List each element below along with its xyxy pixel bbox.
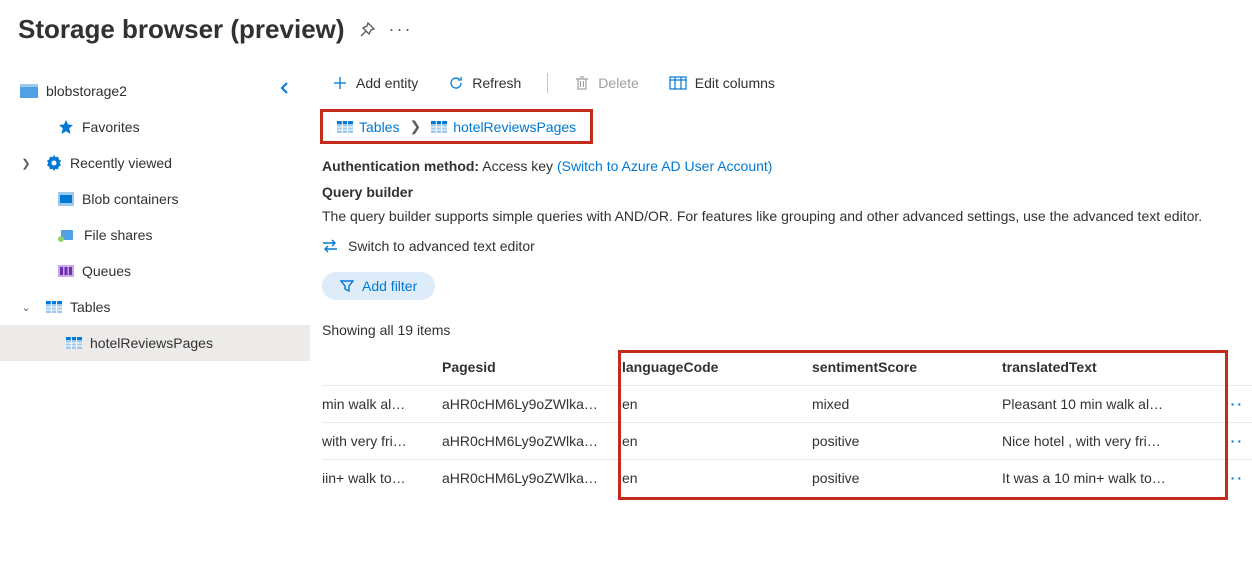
row-more-icon[interactable]: ··· [1222,423,1252,460]
table-icon [46,301,62,313]
switch-auth-link[interactable]: (Switch to Azure AD User Account) [557,158,773,174]
cell: min walk al… [322,386,442,423]
add-filter-button[interactable]: Add filter [322,272,435,300]
col-header-languagecode[interactable]: languageCode [622,349,812,386]
cell: en [622,423,812,460]
main-content: Add entity Refresh Delete Edit columns [310,53,1252,559]
cell: aHR0cHM6Ly9oZWlkaW… [442,460,622,497]
delete-button: Delete [564,71,648,95]
sidebar: blobstorage2 ▸ Favorites ❯ Recently view… [0,53,310,559]
trash-icon [574,75,590,91]
plus-icon [332,75,348,91]
table-row[interactable]: min walk al… aHR0cHM6Ly9oZWlkaW… en mixe… [322,386,1252,423]
sidebar-item-storage-account[interactable]: blobstorage2 [0,73,310,109]
sidebar-item-label: blobstorage2 [46,83,127,99]
col-header-translatedtext[interactable]: translatedText [1002,349,1222,386]
table-icon [431,121,447,133]
sidebar-item-label: Favorites [82,119,140,135]
sidebar-item-file-shares[interactable]: ▸ File shares [0,217,310,253]
cell: positive [812,460,1002,497]
sidebar-item-label: hotelReviewsPages [90,335,213,351]
page-header: Storage browser (preview) ··· [0,0,1252,53]
sidebar-item-recently-viewed[interactable]: ❯ Recently viewed [0,145,310,181]
breadcrumb-label: hotelReviewsPages [453,119,576,135]
sidebar-item-favorites[interactable]: ▸ Favorites [0,109,310,145]
cell: positive [812,423,1002,460]
results-table: Pagesid languageCode sentimentScore tran… [322,348,1252,496]
chevron-right-icon: ❯ [409,118,421,135]
table-row[interactable]: with very fri… aHR0cHM6Ly9oZWlkaW… en po… [322,423,1252,460]
sidebar-item-blob-containers[interactable]: ▸ Blob containers [0,181,310,217]
cell: Nice hotel , with very fri… [1002,423,1222,460]
button-label: Refresh [472,75,521,91]
breadcrumb: Tables ❯ hotelReviewsPages [320,109,593,144]
button-label: Add entity [356,75,418,91]
more-icon[interactable]: ··· [389,19,413,40]
breadcrumb-current[interactable]: hotelReviewsPages [431,119,576,135]
auth-label: Authentication method: [322,158,479,174]
table-row[interactable]: iin+ walk to… aHR0cHM6Ly9oZWlkaW… en pos… [322,460,1252,497]
chevron-right-icon: ❯ [20,157,32,170]
cell: en [622,460,812,497]
star-icon [58,119,74,135]
table-icon [337,121,353,133]
button-label: Add filter [362,278,417,294]
sidebar-item-label: Tables [70,299,110,315]
cell: mixed [812,386,1002,423]
sidebar-item-label: Blob containers [82,191,179,207]
breadcrumb-label: Tables [359,119,399,135]
sidebar-item-label: Queues [82,263,131,279]
button-label: Delete [598,75,638,91]
table-header-row: Pagesid languageCode sentimentScore tran… [322,349,1252,386]
file-shares-icon [58,228,76,242]
queues-icon [58,265,74,277]
chevron-down-icon: ⌄ [20,301,32,314]
toolbar: Add entity Refresh Delete Edit columns [310,71,1252,109]
button-label: Edit columns [695,75,775,91]
row-more-icon[interactable]: ··· [1222,460,1252,497]
storage-account-icon [20,84,38,98]
cell: with very fri… [322,423,442,460]
cell: iin+ walk to… [322,460,442,497]
swap-icon [322,239,338,253]
sidebar-item-table-hotelreviewspages[interactable]: hotelReviewsPages [0,325,310,361]
pin-icon[interactable] [359,22,375,38]
col-header-blank[interactable] [322,349,442,386]
add-entity-button[interactable]: Add entity [322,71,428,95]
cell: en [622,386,812,423]
cell: It was a 10 min+ walk to… [1002,460,1222,497]
row-more-icon[interactable]: ··· [1222,386,1252,423]
auth-value: Access key [482,158,553,174]
query-builder-description: The query builder supports simple querie… [310,208,1252,238]
sidebar-item-label: Recently viewed [70,155,172,171]
toolbar-separator [547,73,548,93]
switch-label: Switch to advanced text editor [348,238,535,254]
sidebar-item-label: File shares [84,227,152,243]
col-header-sentimentscore[interactable]: sentimentScore [812,349,1002,386]
auth-method-line: Authentication method: Access key (Switc… [310,158,1252,184]
sidebar-item-queues[interactable]: ▸ Queues [0,253,310,289]
page-title: Storage browser (preview) [18,14,345,45]
results-summary: Showing all 19 items [310,322,1252,348]
filter-icon [340,279,354,293]
switch-to-advanced-editor[interactable]: Switch to advanced text editor [310,238,1252,272]
blob-container-icon [58,192,74,206]
col-header-pagesid[interactable]: Pagesid [442,349,622,386]
cell: Pleasant 10 min walk al… [1002,386,1222,423]
collapse-sidebar-icon[interactable] [278,81,292,95]
edit-columns-icon [669,76,687,90]
breadcrumb-tables[interactable]: Tables [337,119,399,135]
gear-icon [46,155,62,171]
results-table-wrap: Pagesid languageCode sentimentScore tran… [310,348,1252,496]
sidebar-item-tables[interactable]: ⌄ Tables [0,289,310,325]
refresh-icon [448,75,464,91]
edit-columns-button[interactable]: Edit columns [659,71,785,95]
cell: aHR0cHM6Ly9oZWlkaW… [442,423,622,460]
query-builder-title: Query builder [310,184,1252,208]
refresh-button[interactable]: Refresh [438,71,531,95]
table-icon [66,337,82,349]
cell: aHR0cHM6Ly9oZWlkaW… [442,386,622,423]
